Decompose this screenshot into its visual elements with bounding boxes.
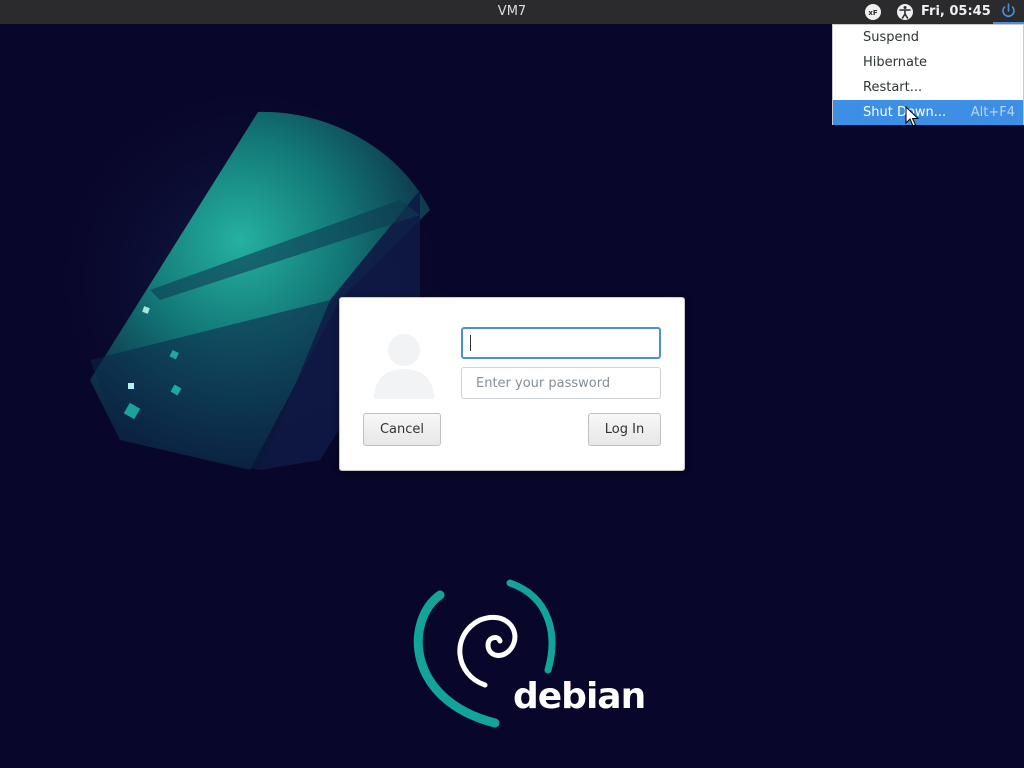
user-avatar-icon	[374, 334, 434, 399]
power-button[interactable]	[993, 0, 1024, 24]
top-panel: VM7 xF Fri, 05:45	[0, 0, 1024, 24]
accessibility-icon[interactable]	[895, 2, 915, 22]
menu-item-shut-down[interactable]: Shut Down... Alt+F4	[833, 100, 1023, 125]
debian-wordmark: debian	[513, 676, 646, 717]
power-icon	[1002, 3, 1015, 18]
menu-item-accelerator: Alt+F4	[970, 105, 1015, 120]
menu-item-hibernate[interactable]: Hibernate	[833, 50, 1023, 75]
text-caret	[470, 335, 471, 351]
menu-item-label: Restart...	[863, 80, 923, 95]
menu-item-suspend[interactable]: Suspend	[833, 25, 1023, 50]
log-in-button[interactable]: Log In	[588, 413, 661, 446]
menu-item-restart[interactable]: Restart...	[833, 75, 1023, 100]
password-input[interactable]	[461, 367, 661, 399]
mouse-pointer-icon	[905, 106, 919, 127]
menu-item-label: Hibernate	[863, 55, 928, 70]
keyboard-layout-icon[interactable]: xF	[863, 2, 883, 22]
login-dialog: Cancel Log In	[339, 297, 685, 471]
cancel-button[interactable]: Cancel	[363, 413, 441, 446]
power-menu: Suspend Hibernate Restart... Shut Down..…	[832, 24, 1024, 125]
keyboard-layout-text: xF	[868, 9, 878, 17]
username-input[interactable]	[461, 327, 661, 359]
menu-item-label: Suspend	[863, 30, 920, 45]
clock[interactable]: Fri, 05:45	[921, 4, 991, 19]
